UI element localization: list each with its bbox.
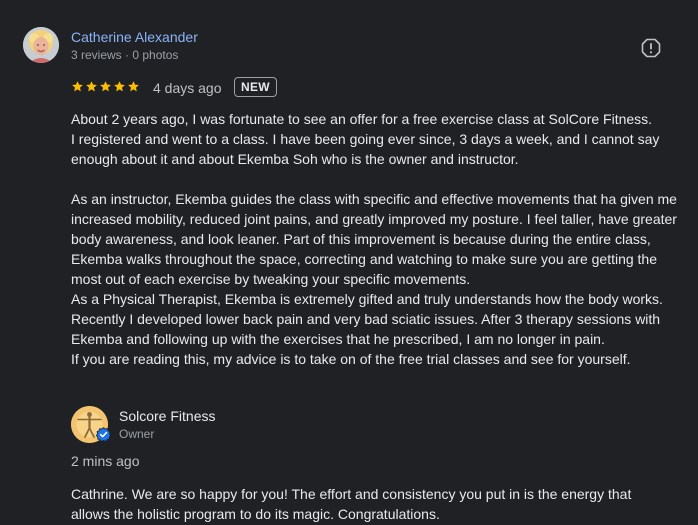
review-paragraph: As an instructor, Ekemba guides the clas…: [71, 191, 677, 367]
rating-stars: [71, 80, 140, 93]
owner-role: Owner: [119, 427, 155, 441]
review-text: About 2 years ago, I was fortunate to se…: [71, 109, 681, 369]
reviewer-meta: 3 reviews · 0 photos: [71, 48, 179, 62]
reviewer-photo: [23, 27, 59, 63]
star-icon: [86, 81, 97, 92]
star-icon: [128, 81, 139, 92]
star-icon: [114, 81, 125, 92]
new-badge: NEW: [234, 77, 277, 97]
report-flag-icon: [641, 38, 661, 58]
star-icon: [100, 81, 111, 92]
verified-check-icon: [95, 427, 112, 442]
reviewer-name[interactable]: Catherine Alexander: [71, 29, 198, 45]
review-card: Catherine Alexander 3 reviews · 0 photos…: [0, 0, 698, 525]
review-date: 4 days ago: [153, 80, 222, 96]
report-button[interactable]: [640, 37, 662, 59]
reply-date: 2 mins ago: [71, 453, 140, 469]
owner-name: Solcore Fitness: [119, 408, 216, 424]
reviewer-avatar[interactable]: [23, 27, 59, 63]
star-icon: [72, 81, 83, 92]
review-paragraph: About 2 years ago, I was fortunate to se…: [71, 111, 660, 167]
owner-reply-text: Cathrine. We are so happy for you! The e…: [71, 486, 632, 522]
